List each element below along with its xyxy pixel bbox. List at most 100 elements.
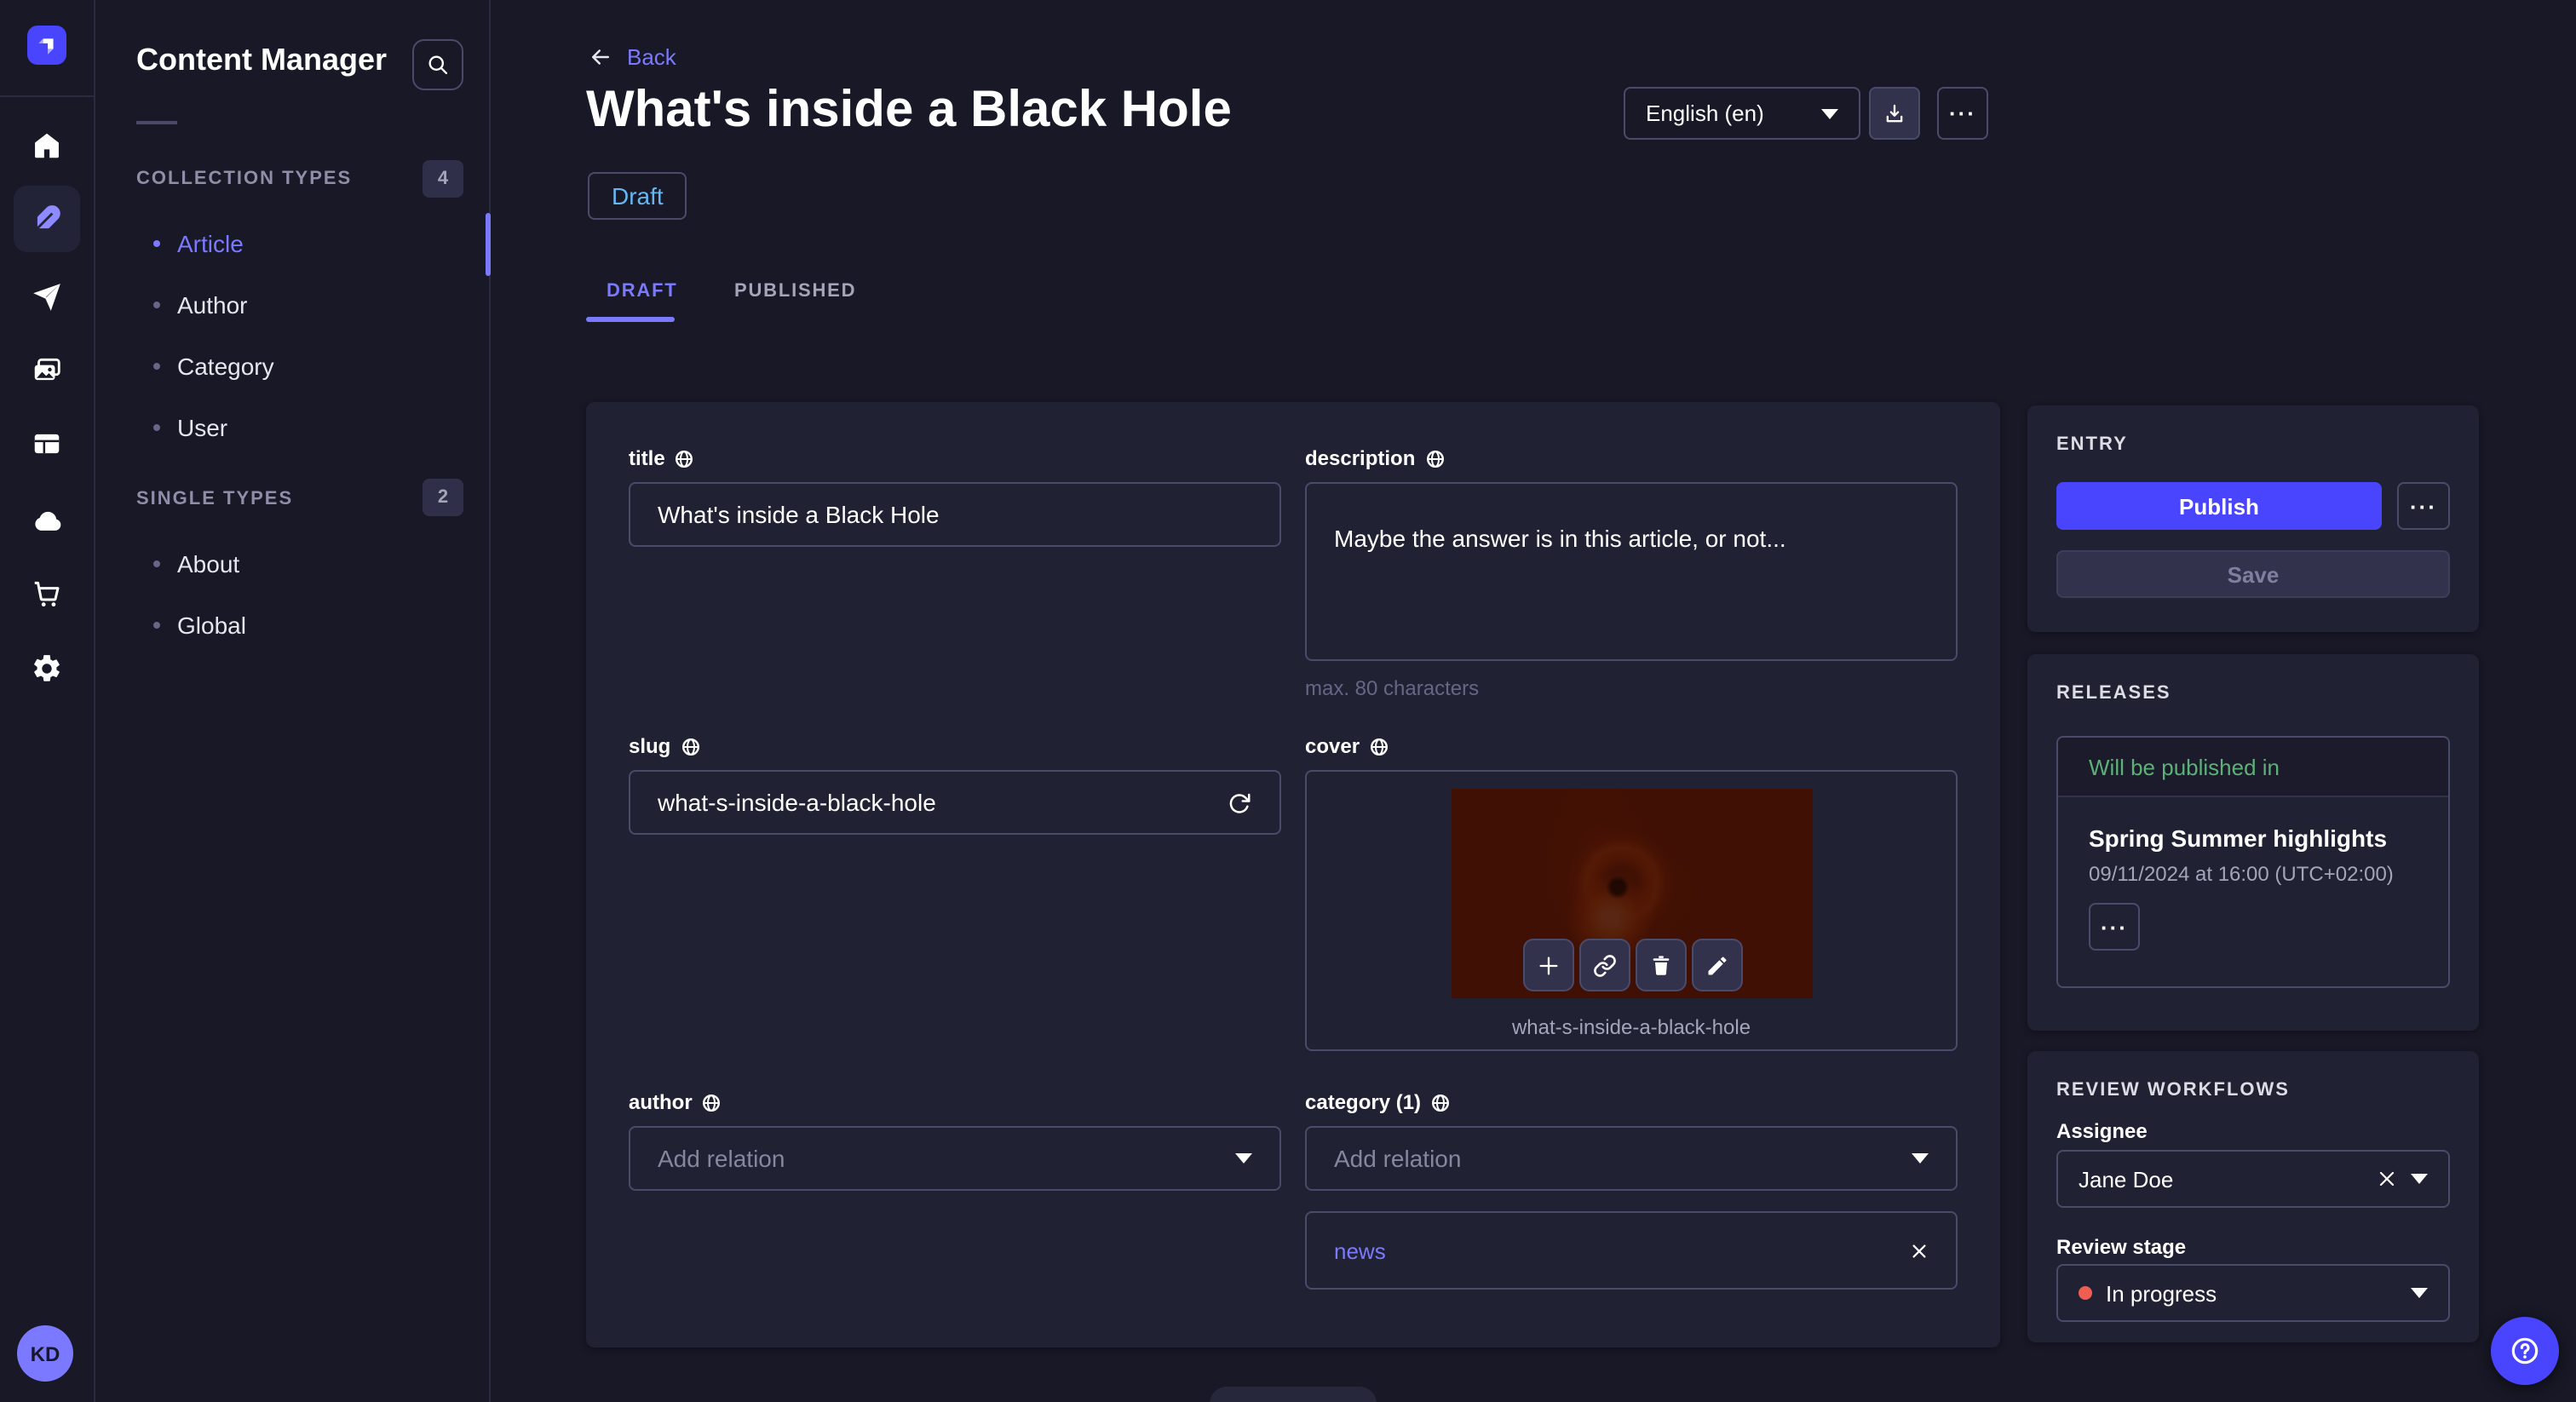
releases-panel: RELEASES Will be published in Spring Sum… bbox=[2027, 654, 2479, 1031]
sidebar-item-user[interactable]: User bbox=[123, 397, 477, 458]
assignee-combobox[interactable]: Jane Doe bbox=[2056, 1150, 2450, 1208]
arrow-left-icon bbox=[592, 49, 609, 65]
active-item-indicator bbox=[486, 213, 491, 276]
review-workflows-panel: REVIEW WORKFLOWS Assignee Jane Doe Revie… bbox=[2027, 1051, 2479, 1342]
tab-published[interactable]: PUBLISHED bbox=[734, 281, 856, 302]
title-input[interactable]: What's inside a Black Hole bbox=[629, 482, 1281, 547]
save-button[interactable]: Save bbox=[2056, 550, 2450, 598]
app-window: KD Content Manager COLLECTION TYPES 4 Ar… bbox=[0, 0, 2576, 1402]
field-author: author Add relation bbox=[629, 1090, 1281, 1191]
content-manager-icon[interactable] bbox=[14, 186, 80, 252]
cover-toolbar bbox=[1523, 939, 1743, 991]
cover-filename: what-s-inside-a-black-hole bbox=[1511, 1015, 1751, 1039]
edit-media-button[interactable] bbox=[1692, 939, 1743, 991]
globe-icon bbox=[676, 450, 693, 467]
clear-assignee-x-icon[interactable] bbox=[2377, 1169, 2397, 1189]
entry-more-button[interactable]: ··· bbox=[2397, 482, 2450, 530]
publish-button[interactable]: Publish bbox=[2056, 482, 2382, 530]
search-button[interactable] bbox=[412, 39, 463, 90]
chevron-down-icon bbox=[2411, 1288, 2428, 1298]
chevron-down-icon bbox=[2411, 1174, 2428, 1184]
marketplace-cart-icon[interactable] bbox=[14, 560, 80, 627]
relation-link[interactable]: news bbox=[1334, 1238, 1910, 1263]
active-tab-underline bbox=[586, 317, 675, 322]
status-badge: Draft bbox=[588, 172, 687, 220]
media-library-icon[interactable] bbox=[14, 337, 80, 404]
chevron-down-icon bbox=[1912, 1153, 1929, 1164]
back-link[interactable]: Back bbox=[588, 44, 676, 70]
cloud-icon[interactable] bbox=[14, 487, 80, 554]
sidebar-item-about[interactable]: About bbox=[123, 533, 477, 595]
main-nav-rail: KD bbox=[0, 0, 95, 1402]
category-relation-combobox[interactable]: Add relation bbox=[1305, 1126, 1958, 1191]
edit-form-panel: title What's inside a Black Hole descrip… bbox=[586, 402, 2000, 1347]
release-name: Spring Summer highlights bbox=[2089, 825, 2388, 852]
release-more-button[interactable]: ··· bbox=[2089, 903, 2140, 951]
home-icon[interactable] bbox=[14, 112, 80, 179]
relation-item-news: news bbox=[1305, 1211, 1958, 1290]
bullet-icon bbox=[153, 363, 160, 370]
sidebar-title: Content Manager bbox=[136, 43, 388, 77]
bullet-icon bbox=[153, 240, 160, 247]
entry-panel-title: ENTRY bbox=[2056, 434, 2128, 455]
copy-link-button[interactable] bbox=[1579, 939, 1630, 991]
releases-plane-icon[interactable] bbox=[14, 264, 80, 330]
release-date: 09/11/2024 at 16:00 (UTC+02:00) bbox=[2089, 862, 2394, 886]
rail-divider bbox=[0, 95, 94, 97]
description-textarea[interactable]: Maybe the answer is in this article, or … bbox=[1305, 482, 1958, 661]
review-stage-label: Review stage bbox=[2056, 1235, 2187, 1259]
bullet-icon bbox=[153, 302, 160, 308]
single-types-count-badge: 2 bbox=[423, 479, 463, 516]
plus-icon bbox=[1539, 956, 1558, 974]
help-button[interactable] bbox=[2491, 1317, 2559, 1385]
field-description: description Maybe the answer is in this … bbox=[1305, 446, 1958, 700]
cover-media-card: what-s-inside-a-black-hole bbox=[1305, 770, 1958, 1051]
chevron-down-icon bbox=[1821, 108, 1838, 118]
field-title: title What's inside a Black Hole bbox=[629, 446, 1281, 547]
export-button[interactable] bbox=[1869, 87, 1920, 140]
settings-gear-icon[interactable] bbox=[14, 635, 80, 702]
sidebar-item-article[interactable]: Article bbox=[123, 213, 477, 274]
section-label-single-types: SINGLE TYPES bbox=[136, 489, 294, 509]
review-panel-title: REVIEW WORKFLOWS bbox=[2056, 1080, 2290, 1100]
field-category-label: category (1) bbox=[1305, 1090, 1422, 1114]
search-icon bbox=[428, 55, 448, 75]
trash-icon bbox=[1653, 955, 1670, 974]
locale-select[interactable]: English (en) bbox=[1624, 87, 1860, 140]
sidebar-item-category[interactable]: Category bbox=[123, 336, 477, 397]
add-media-button[interactable] bbox=[1523, 939, 1574, 991]
content-type-builder-icon[interactable] bbox=[14, 411, 80, 477]
globe-icon bbox=[1371, 738, 1389, 755]
page-title: What's inside a Black Hole bbox=[586, 82, 1232, 138]
collection-types-count-badge: 4 bbox=[423, 160, 463, 198]
globe-icon bbox=[1432, 1094, 1450, 1111]
field-category: category (1) Add relation news bbox=[1305, 1090, 1958, 1290]
strapi-logo-glyph bbox=[38, 38, 54, 55]
releases-panel-title: RELEASES bbox=[2056, 683, 2171, 704]
header-more-button[interactable]: ··· bbox=[1937, 87, 1988, 140]
regenerate-icon[interactable] bbox=[1227, 790, 1252, 815]
field-cover: cover what-s-inside-a-black-hole bbox=[1305, 734, 1958, 1051]
slug-input[interactable]: what-s-inside-a-black-hole bbox=[629, 770, 1281, 835]
bullet-icon bbox=[153, 622, 160, 629]
review-stage-combobox[interactable]: In progress bbox=[2056, 1264, 2450, 1322]
section-label-collection-types: COLLECTION TYPES bbox=[136, 169, 353, 189]
author-relation-combobox[interactable]: Add relation bbox=[629, 1126, 1281, 1191]
strapi-logo[interactable] bbox=[27, 26, 66, 65]
globe-icon bbox=[681, 738, 699, 755]
sidebar-item-author[interactable]: Author bbox=[123, 274, 477, 336]
bullet-icon bbox=[153, 560, 160, 567]
field-description-label: description bbox=[1305, 446, 1416, 470]
field-title-label: title bbox=[629, 446, 665, 470]
field-slug-label: slug bbox=[629, 734, 671, 758]
tab-draft[interactable]: DRAFT bbox=[607, 281, 678, 302]
globe-icon bbox=[703, 1094, 721, 1111]
pencil-icon bbox=[1708, 956, 1727, 974]
field-cover-label: cover bbox=[1305, 734, 1360, 758]
sidebar-item-global[interactable]: Global bbox=[123, 595, 477, 656]
remove-relation-x-icon[interactable] bbox=[1910, 1241, 1929, 1260]
user-avatar[interactable]: KD bbox=[17, 1325, 73, 1382]
globe-icon bbox=[1426, 450, 1444, 467]
release-card-header: Will be published in bbox=[2058, 738, 2448, 797]
delete-media-button[interactable] bbox=[1636, 939, 1687, 991]
